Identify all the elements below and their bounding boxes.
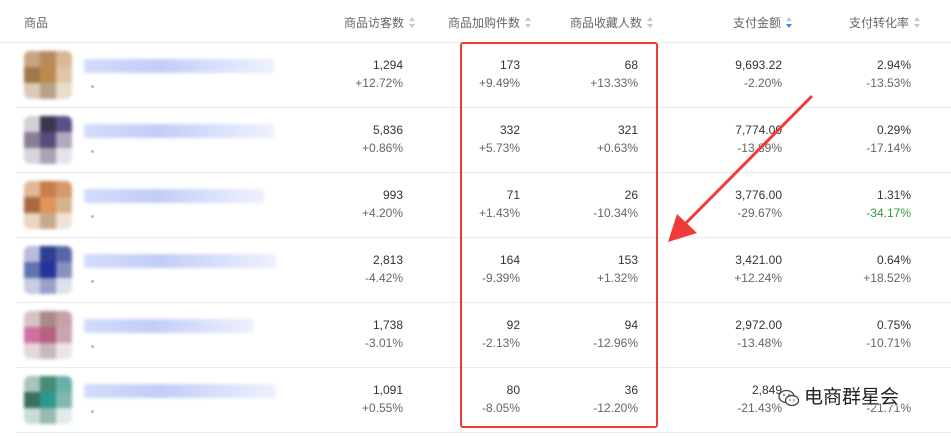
- watermark: 电商群星会: [778, 382, 899, 409]
- wechat-icon: [778, 389, 800, 407]
- red-arrow-icon: [668, 94, 814, 242]
